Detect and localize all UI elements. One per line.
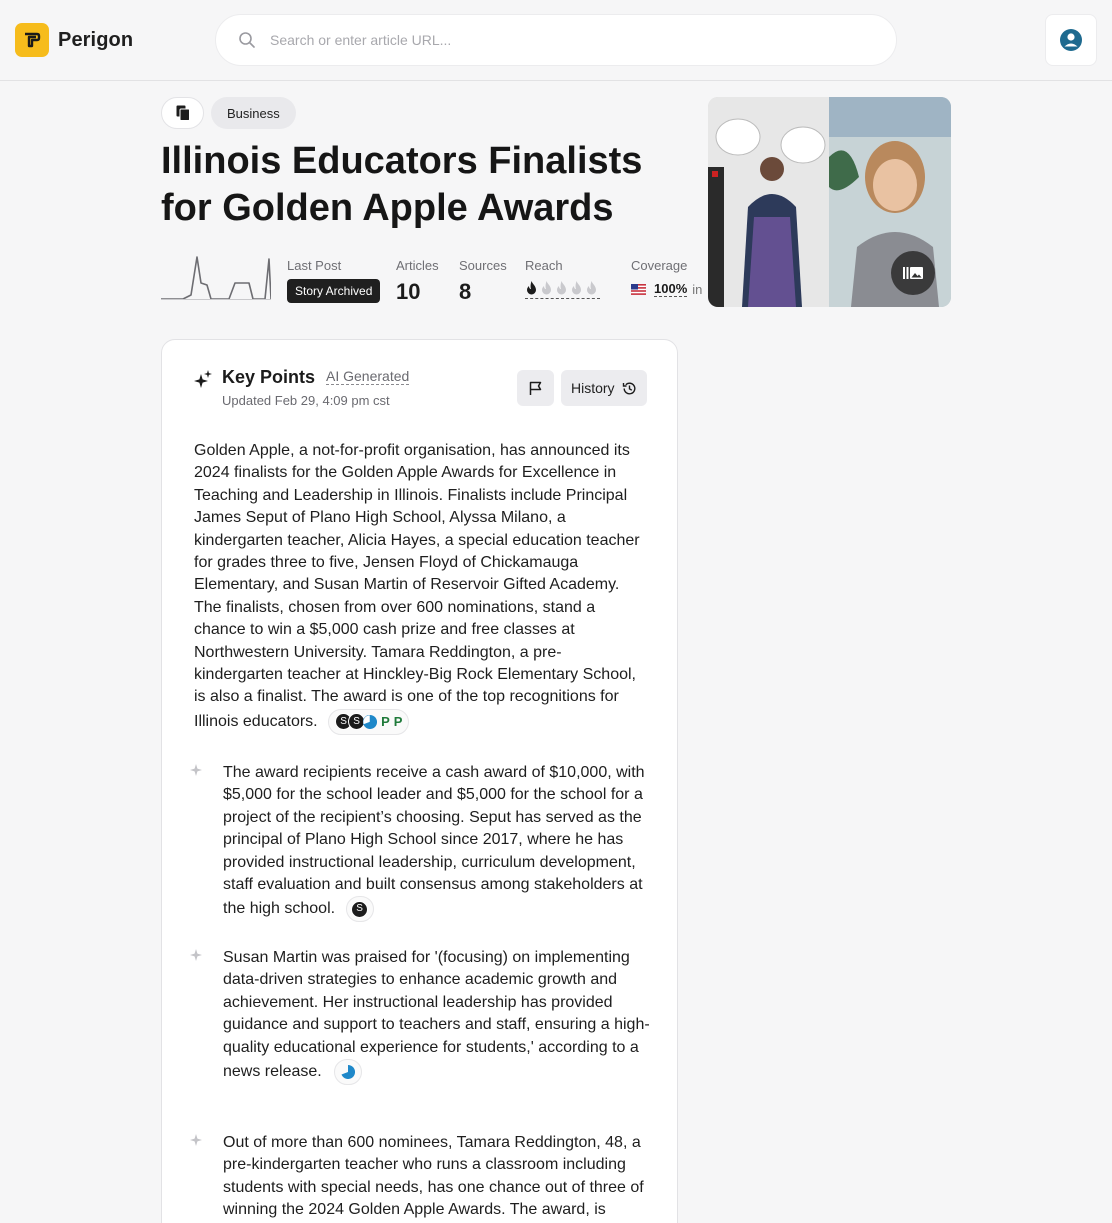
user-avatar-icon (1060, 29, 1082, 51)
bullet-sparkle-icon (190, 949, 202, 961)
app-name: Perigon (58, 28, 134, 51)
stat-sources[interactable]: Sources 8 (459, 258, 507, 305)
key-point-item: Out of more than 600 nominees, Tamara Re… (190, 1132, 650, 1223)
story-image-1 (708, 97, 829, 307)
flame-icon (527, 281, 536, 295)
key-points-title: Key Points (222, 367, 316, 387)
ai-generated-label[interactable]: AI Generated (326, 368, 410, 385)
source-s-icon: S (351, 900, 369, 918)
stat-reach[interactable]: Reach (525, 258, 600, 299)
account-button[interactable] (1045, 14, 1097, 66)
top-bar: Perigon (0, 0, 1112, 81)
search-bar[interactable] (215, 14, 897, 66)
gallery-icon (903, 267, 923, 279)
bullet-sparkle-icon (190, 764, 202, 776)
copy-button[interactable] (161, 97, 204, 129)
app-logo[interactable]: Perigon (15, 23, 133, 57)
source-chip[interactable]: S (345, 896, 374, 923)
source-chip[interactable] (334, 1059, 363, 1086)
source-p-icon: P (393, 713, 403, 729)
history-button[interactable]: History (561, 370, 647, 406)
stat-coverage[interactable]: Coverage 100% in (631, 258, 702, 297)
us-flag-icon (631, 283, 646, 295)
report-button[interactable] (517, 370, 554, 406)
stat-articles[interactable]: Articles 10 (396, 258, 439, 305)
key-points-card: Key Points AI Generated Updated Feb 29, … (161, 339, 678, 1223)
coverage-percent: 100% (654, 281, 688, 297)
copy-icon (176, 105, 190, 121)
story-archived-badge: Story Archived (287, 279, 381, 303)
flame-icon (557, 281, 566, 295)
flame-icon (542, 281, 551, 295)
key-points-summary: Golden Apple, a not-for-profit organisat… (194, 440, 650, 735)
perigon-logo-icon (15, 23, 49, 57)
history-icon (622, 382, 636, 394)
key-point-item: The award recipients receive a cash awar… (190, 762, 650, 923)
key-point-item: Susan Martin was praised for '(focusing)… (190, 947, 650, 1086)
category-badge[interactable]: Business (211, 97, 296, 129)
search-input[interactable] (270, 32, 830, 48)
activity-sparkline (161, 256, 271, 300)
stat-last-post: Last Post Story Archived (287, 258, 381, 303)
flag-icon (529, 381, 541, 395)
flame-icon (572, 281, 581, 295)
summary-sources-chip[interactable]: S S P P (328, 708, 410, 735)
bullet-sparkle-icon (190, 1134, 202, 1146)
reach-meter (525, 281, 600, 299)
flame-icon (587, 281, 596, 295)
source-pie-icon (363, 714, 378, 729)
search-icon (239, 32, 255, 48)
gallery-button[interactable] (891, 251, 935, 295)
sparkle-icon (194, 370, 212, 388)
updated-timestamp: Updated Feb 29, 4:09 pm cst (222, 393, 390, 408)
story-title: Illinois Educators Finalists for Golden … (161, 140, 643, 229)
source-p-icon: P (381, 713, 390, 729)
source-pie-icon (341, 1065, 356, 1080)
